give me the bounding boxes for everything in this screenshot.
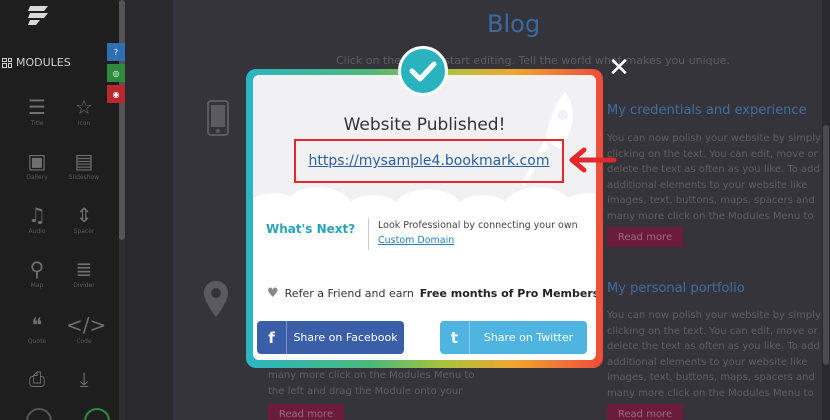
mobile-phone-icon <box>207 100 229 136</box>
module-divider[interactable]: ≣ Divider <box>66 256 102 289</box>
page-scroll-thumb[interactable] <box>823 125 829 365</box>
module-spacer[interactable]: ⇕ Spacer <box>66 202 102 235</box>
share-facebook-button[interactable]: f Share on Facebook <box>257 321 404 354</box>
module-print[interactable]: ⎙ <box>19 366 55 392</box>
grid-icon <box>2 57 12 68</box>
module-title[interactable]: ☰ Title <box>19 94 55 127</box>
refer-friend-row: ♥ Refer a Friend and earn Free months of… <box>267 286 596 301</box>
section-text-portfolio[interactable]: You can now polish your website by simpl… <box>607 308 830 400</box>
read-more-button[interactable]: Read more <box>268 404 344 420</box>
help-icon[interactable]: ? <box>107 43 125 61</box>
module-icon[interactable]: ☆ Icon <box>66 94 102 127</box>
bottom-circle-icon[interactable] <box>26 408 52 420</box>
red-arrow-icon <box>569 147 617 173</box>
bottom-circle-green-icon[interactable] <box>84 408 110 420</box>
modal-title: Website Published! <box>343 115 506 135</box>
module-quote[interactable]: ❝ Quote <box>19 312 55 345</box>
quote-icon: ❝ <box>31 313 43 337</box>
modules-sidebar: MODULES ☰ Title ☆ Icon ▣ Gallery ▤ Slide… <box>0 0 125 420</box>
module-map[interactable]: ⚲ Map <box>19 256 55 289</box>
close-icon[interactable]: ✕ <box>607 55 631 81</box>
published-url-link[interactable]: https://mysample4.bookmark.com <box>296 153 562 169</box>
publish-modal: Website Published! https://mysample4.boo… <box>253 75 596 360</box>
code-icon: </> <box>66 313 107 337</box>
music-icon: ♫ <box>28 203 46 227</box>
modules-heading: MODULES <box>2 56 71 69</box>
title-icon: ☰ <box>28 95 46 119</box>
section-text-left[interactable]: many more click on the Modules Menu to t… <box>268 368 478 400</box>
location-pin-icon <box>204 281 228 317</box>
download-icon: ⤓ <box>79 367 89 391</box>
module-code[interactable]: </> Code <box>66 312 107 345</box>
section-text-credentials[interactable]: You can now polish your website by simpl… <box>607 131 830 223</box>
slideshow-icon: ▤ <box>74 149 94 173</box>
map-pin-icon: ⚲ <box>29 257 45 281</box>
gallery-icon: ▣ <box>27 149 47 173</box>
divider-icon: ≣ <box>75 257 93 281</box>
whats-next-label: What's Next? <box>266 222 356 236</box>
print-icon: ⎙ <box>29 367 45 391</box>
look-professional-text: Look Professional by connecting your own <box>378 220 578 231</box>
custom-domain-link[interactable]: Custom Domain <box>378 235 454 246</box>
module-gallery[interactable]: ▣ Gallery <box>19 148 55 181</box>
bookmark-logo-icon[interactable] <box>26 4 52 26</box>
blog-title[interactable]: Blog <box>487 10 540 38</box>
share-twitter-button[interactable]: t Share on Twitter <box>440 321 587 354</box>
read-more-button[interactable]: Read more <box>607 227 683 247</box>
twitter-icon: t <box>440 321 470 354</box>
read-more-button[interactable]: Read more <box>607 404 683 420</box>
module-audio[interactable]: ♫ Audio <box>19 202 55 235</box>
spacer-icon: ⇕ <box>75 203 93 227</box>
publish-modal-frame: Website Published! https://mysample4.boo… <box>246 69 603 368</box>
page-scrollbar[interactable] <box>822 0 830 420</box>
heart-icon: ♥ <box>267 286 279 301</box>
vertical-divider <box>368 218 369 250</box>
settings-icon[interactable]: ◎ <box>107 64 125 82</box>
blog-subtitle[interactable]: Click on the text to start editing. Tell… <box>336 54 730 67</box>
section-heading-portfolio[interactable]: My personal portfolio <box>607 281 745 296</box>
star-icon: ☆ <box>75 95 93 119</box>
success-check-icon <box>398 46 448 96</box>
url-highlight-box: https://mysample4.bookmark.com <box>294 139 564 183</box>
section-heading-credentials[interactable]: My credentials and experience <box>607 103 807 118</box>
record-icon[interactable]: ◉ <box>107 85 125 103</box>
facebook-icon: f <box>257 321 287 354</box>
module-download[interactable]: ⤓ <box>66 366 102 392</box>
module-slideshow[interactable]: ▤ Slideshow <box>66 148 102 181</box>
